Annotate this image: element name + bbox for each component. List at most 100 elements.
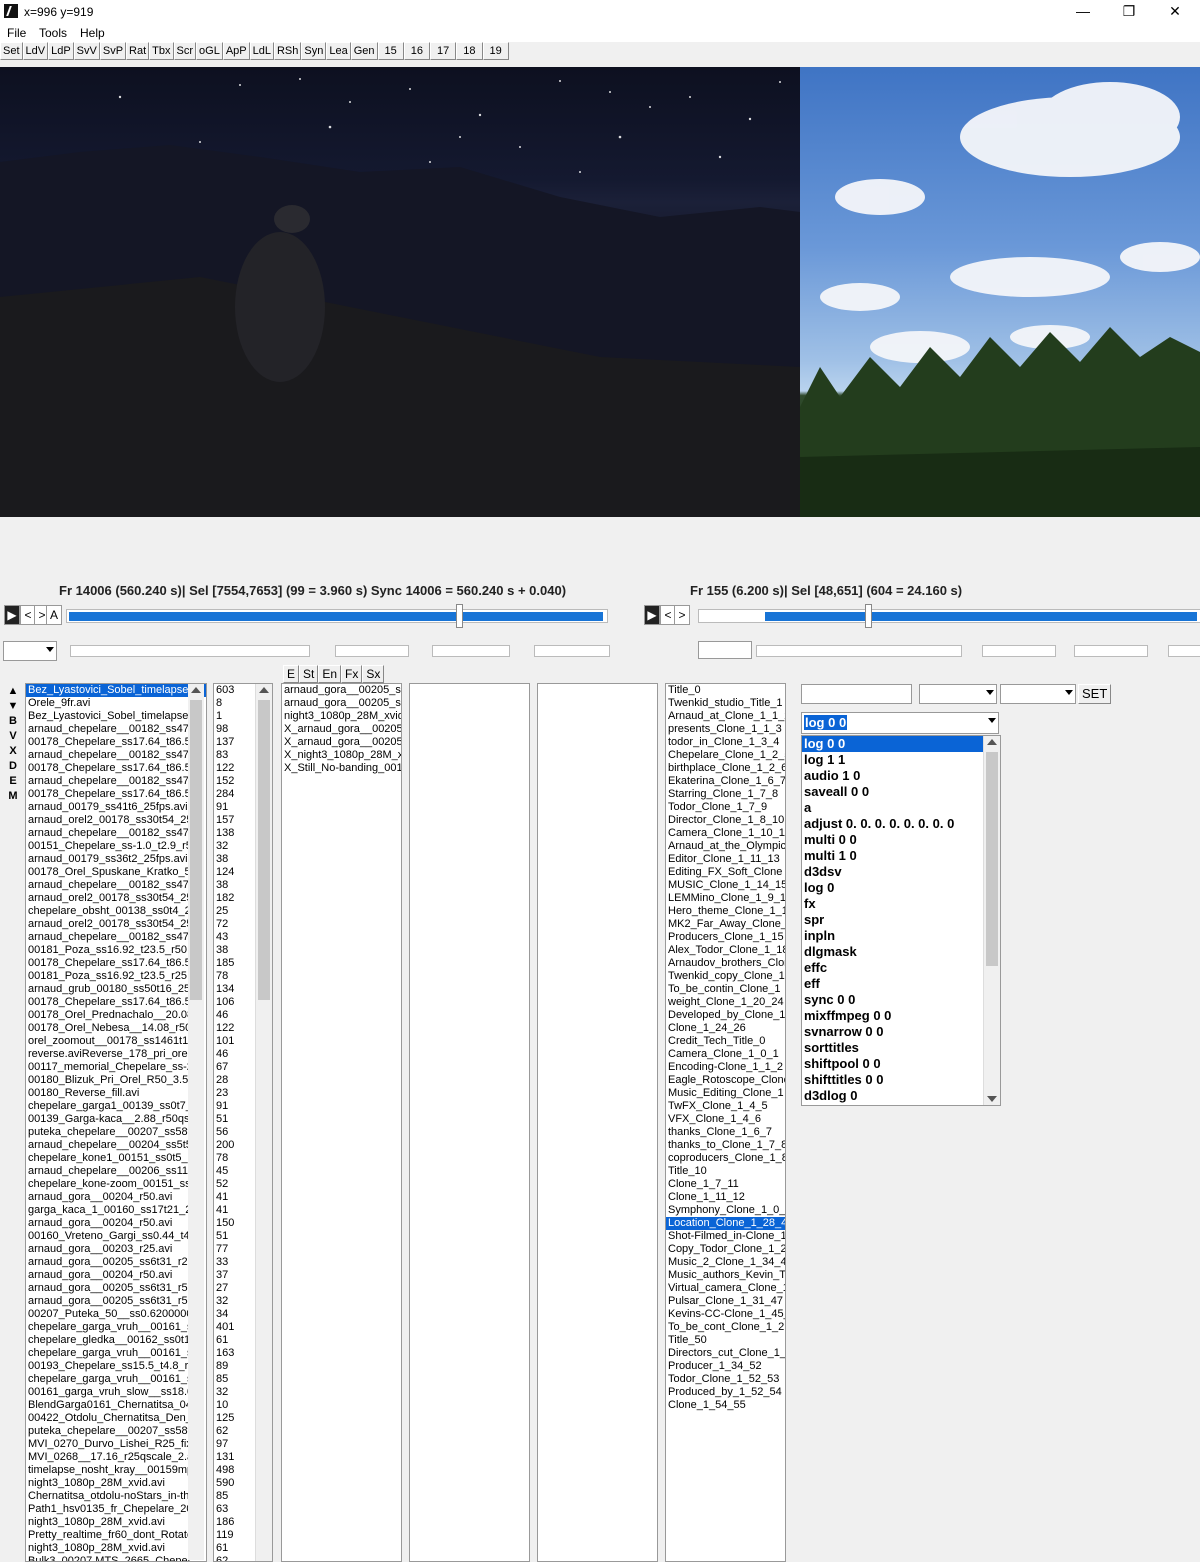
file-list-item[interactable]: chepelare_garga1_00139_ss0t7_ (26, 1100, 206, 1113)
clip-list-item[interactable]: X_arnaud_gora__00205_s (282, 723, 401, 736)
empty-list-2[interactable] (537, 683, 658, 1562)
command-list-item[interactable]: multi 1 0 (802, 848, 1000, 864)
count-list[interactable]: 603 8 1 98 137 83 122 152 284 91 157 138 32 38 124 38 18… (213, 683, 273, 1562)
command-list-item[interactable]: svnarrow 0 0 (802, 1024, 1000, 1040)
command-list-item[interactable]: shiftpool 0 0 (802, 1056, 1000, 1072)
title-list-item[interactable]: Location_Clone_1_28_4 (666, 1217, 785, 1230)
scroll-up-icon[interactable] (987, 739, 997, 745)
toolbar-button-lea[interactable]: Lea (326, 42, 351, 60)
move-up-button[interactable]: ▲ (5, 684, 21, 699)
file-list-item[interactable]: arnaud_gora__00205_ss6t31_r50.a (26, 1295, 206, 1308)
clip-list-item[interactable]: arnaud_gora__00205_ss6 (282, 684, 401, 697)
file-list-item[interactable]: arnaud_00179_ss41t6_25fps.avi (26, 801, 206, 814)
command-list-item[interactable]: log 0 0 (802, 736, 1000, 752)
file-list-item[interactable]: 00180_Blizuk_Pri_Orel_R50_3.5_ (26, 1074, 206, 1087)
toolbar-button-app[interactable]: ApP (222, 42, 250, 60)
file-list-item[interactable]: garga_kaca_1_00160_ss17t21_2 (26, 1204, 206, 1217)
file-list-item[interactable]: chepelare_garga_vruh__00161_ss (26, 1373, 206, 1386)
file-list-item[interactable]: arnaud_orel2_00178_ss30t54_25 (26, 918, 206, 931)
chevron-down-icon[interactable] (988, 718, 996, 723)
edit-fx-button[interactable]: Fx (341, 665, 363, 683)
b-button[interactable]: B (5, 714, 21, 729)
title-list-item[interactable]: Directors_cut_Clone_1_4 (666, 1347, 785, 1360)
title-list-item[interactable]: todor_in_Clone_1_3_4 (666, 736, 785, 749)
title-list-item[interactable]: Camera_Clone_1_0_1 (666, 1048, 785, 1061)
title-list-item[interactable]: Twenkid_studio_Title_1 (666, 697, 785, 710)
file-list-item[interactable]: arnaud_gora__00205_ss6t31_r25.a (26, 1256, 206, 1269)
command-list-scrollbar[interactable] (983, 736, 1000, 1105)
right-timeline-slider[interactable] (698, 604, 1200, 628)
title-list-item[interactable]: MUSIC_Clone_1_14_15 (666, 879, 785, 892)
option-select-1[interactable] (919, 684, 997, 704)
toolbar-button-tbx[interactable]: Tbx (149, 42, 174, 60)
right-timeline-thumb[interactable] (865, 604, 872, 628)
file-list-item[interactable]: 00207_Puteka_50__ss0.6200000 (26, 1308, 206, 1321)
title-list-item[interactable]: Clone_1_54_55 (666, 1399, 785, 1412)
title-list-item[interactable]: thanks_Clone_1_6_7 (666, 1126, 785, 1139)
title-list-item[interactable]: Shot-Filmed_in-Clone_1 (666, 1230, 785, 1243)
title-list-item[interactable]: Producers_Clone_1_15 (666, 931, 785, 944)
file-list-item[interactable]: 00160_Vreteno_Gargi_ss0.44_t4. (26, 1230, 206, 1243)
title-list-item[interactable]: Clone_1_7_11 (666, 1178, 785, 1191)
title-list-item[interactable]: Starring_Clone_1_7_8 (666, 788, 785, 801)
edit-st-button[interactable]: St (299, 665, 319, 683)
title-list-item[interactable]: Alex_Todor_Clone_1_18 (666, 944, 785, 957)
title-list-item[interactable]: Music_2_Clone_1_34_4 (666, 1256, 785, 1269)
file-list-item[interactable]: 00117_memorial_Chepelare_ss-2. (26, 1061, 206, 1074)
command-list-item[interactable]: multi 0 0 (802, 832, 1000, 848)
toolbar-button-ldv[interactable]: LdV (22, 42, 49, 60)
count-list-scrollbar[interactable] (255, 684, 272, 1561)
play-button-right[interactable]: ▶ (644, 605, 660, 625)
command-input[interactable] (801, 684, 912, 704)
file-list-item[interactable]: puteka_chepelare__00207_ss58t3 (26, 1126, 206, 1139)
move-down-button[interactable]: ▼ (5, 699, 21, 714)
title-list-item[interactable]: Credit_Tech_Title_0 (666, 1035, 785, 1048)
file-list[interactable]: Bez_Lyastovici_Sobel_timelapse Orele_9fr.… (25, 683, 207, 1562)
command-list-item[interactable]: a (802, 800, 1000, 816)
title-list-item[interactable]: Chepelare_Clone_1_2_5 (666, 749, 785, 762)
file-list-item[interactable]: 00139_Garga-kaca__2.88_r50qsc (26, 1113, 206, 1126)
file-list-item[interactable]: 00178_Orel_Prednachalo__20.08 (26, 1009, 206, 1022)
title-list-item[interactable]: Director_Clone_1_8_10 (666, 814, 785, 827)
file-list-item[interactable]: chepelare_garga_vruh__00161_ss (26, 1347, 206, 1360)
title-list-item[interactable]: Editor_Clone_1_11_13 (666, 853, 785, 866)
title-list-item[interactable]: Ekaterina_Clone_1_6_7 (666, 775, 785, 788)
command-list-item[interactable]: log 1 1 (802, 752, 1000, 768)
file-list-item[interactable]: night3_1080p_28M_xvid.avi (26, 1542, 206, 1555)
right-video-preview[interactable] (800, 67, 1200, 517)
menu-tools[interactable]: Tools (39, 26, 67, 40)
scroll-up-icon[interactable] (191, 687, 201, 693)
scroll-up-icon[interactable] (259, 687, 269, 693)
m-button[interactable]: M (5, 789, 21, 804)
file-list-item[interactable]: chepelare_garga_vruh__00161_ss (26, 1321, 206, 1334)
title-list-item[interactable]: Music_authors_Kevin_T (666, 1269, 785, 1282)
left-param-slider-4[interactable] (534, 645, 610, 657)
file-list-item[interactable]: night3_1080p_28M_xvid.avi (26, 1516, 206, 1529)
title-list-item[interactable]: presents_Clone_1_1_3 (666, 723, 785, 736)
set-button[interactable]: SET (1078, 684, 1112, 704)
menu-help[interactable]: Help (80, 26, 105, 40)
file-list-item[interactable]: MVI_0270_Durvo_Lishei_R25_fix (26, 1438, 206, 1451)
left-video-preview[interactable] (0, 67, 800, 517)
file-list-item[interactable]: arnaud_gora__00204_r50.avi (26, 1217, 206, 1230)
toolbar-button-scr[interactable]: Scr (173, 42, 197, 60)
scroll-thumb[interactable] (190, 700, 202, 1000)
right-param-slider-2[interactable] (982, 645, 1056, 657)
clip-list-item[interactable]: X_arnaud_gora__00205_s (282, 736, 401, 749)
command-list-item[interactable]: mixffmpeg 0 0 (802, 1008, 1000, 1024)
command-combo[interactable]: log 0 0 (801, 712, 999, 734)
title-list-item[interactable]: birthplace_Clone_1_2_6 (666, 762, 785, 775)
command-list-item[interactable]: adjust 0. 0. 0. 0. 0. 0. 0. 0 (802, 816, 1000, 832)
command-list-item[interactable]: effc (802, 960, 1000, 976)
title-list-item[interactable]: coproducers_Clone_1_8 (666, 1152, 785, 1165)
title-list-item[interactable]: Developed_by_Clone_1 (666, 1009, 785, 1022)
toolbar-button-svv[interactable]: SvV (73, 42, 100, 60)
file-list-item[interactable]: arnaud_chepelare__00182_ss47t4 (26, 827, 206, 840)
toolbar-button-syn[interactable]: Syn (301, 42, 327, 60)
file-list-item[interactable]: Bez_Lyastovici_Sobel_timelapse (26, 684, 206, 697)
empty-list-1[interactable] (409, 683, 530, 1562)
menu-file[interactable]: File (7, 26, 26, 40)
title-list-item[interactable]: Twenkid_copy_Clone_1 (666, 970, 785, 983)
title-list-item[interactable]: Symphony_Clone_1_0_1 (666, 1204, 785, 1217)
scroll-thumb[interactable] (258, 700, 270, 1000)
